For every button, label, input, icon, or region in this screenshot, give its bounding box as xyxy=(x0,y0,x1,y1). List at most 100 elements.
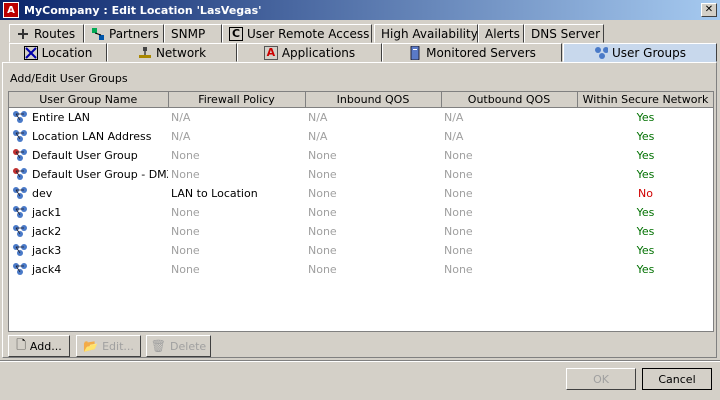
group-name: jack2 xyxy=(32,224,62,238)
tab-label: User Remote Access xyxy=(247,26,370,41)
cell-firewall: None xyxy=(171,243,200,257)
cell-name: jack3 xyxy=(9,241,168,260)
tab-network[interactable]: Network xyxy=(107,43,237,62)
user-group-icon xyxy=(12,262,28,276)
tab-partners[interactable]: Partners xyxy=(84,24,164,43)
table-row[interactable]: Default User Group - DMZ None None None Yes xyxy=(9,165,713,184)
cell-secure: Yes xyxy=(636,148,655,162)
separator xyxy=(0,360,720,362)
cell-outbound: N/A xyxy=(444,110,464,124)
cell-secure: Yes xyxy=(636,167,655,181)
tab-label: Partners xyxy=(109,26,159,41)
cell-name: Location LAN Address xyxy=(9,127,168,146)
add-label: Add... xyxy=(29,339,62,353)
table-row[interactable]: jack2 None None None Yes xyxy=(9,222,713,241)
cell-outbound: None xyxy=(444,243,473,257)
user-group-red-icon xyxy=(12,167,28,181)
window-title: MyCompany : Edit Location 'LasVegas' xyxy=(24,3,262,17)
cell-outbound: None xyxy=(444,224,473,238)
column-header-secure[interactable]: Within Secure Network xyxy=(577,92,713,108)
cell-secure: Yes xyxy=(636,262,655,276)
delete-button[interactable]: 🗑 Delete xyxy=(146,335,211,357)
table-row[interactable]: Default User Group None None None Yes xyxy=(9,146,713,165)
cell-name: jack2 xyxy=(9,222,168,241)
user-groups-icon xyxy=(594,46,609,60)
cell-outbound: None xyxy=(444,262,473,276)
cell-inbound: None xyxy=(308,186,337,200)
tab-label: Monitored Servers xyxy=(426,45,536,60)
cell-inbound: None xyxy=(308,205,337,219)
user-group-icon xyxy=(12,110,28,124)
cell-firewall: N/A xyxy=(171,110,191,124)
table-row[interactable]: jack3 None None None Yes xyxy=(9,241,713,260)
add-button[interactable]: 🗋 Add... xyxy=(8,335,70,357)
cell-secure: Yes xyxy=(636,243,655,257)
table-row[interactable]: jack4 None None None Yes xyxy=(9,260,713,279)
section-label: Add/Edit User Groups xyxy=(10,72,128,85)
location-icon xyxy=(23,45,38,60)
column-header-firewall[interactable]: Firewall Policy xyxy=(168,92,306,108)
column-header-inbound[interactable]: Inbound QOS xyxy=(305,92,442,108)
cell-firewall: None xyxy=(171,262,200,276)
cell-firewall: None xyxy=(171,205,200,219)
tab-location[interactable]: Location xyxy=(9,43,107,62)
tab-user-groups[interactable]: User Groups xyxy=(563,43,717,62)
tab-routes[interactable]: Routes xyxy=(9,24,84,43)
tab-monitored-servers[interactable]: Monitored Servers xyxy=(382,43,562,62)
user-group-icon xyxy=(12,205,28,219)
cell-name: jack1 xyxy=(9,203,168,222)
user-group-icon xyxy=(12,129,28,143)
tab-label: Alerts xyxy=(485,26,520,41)
tab-label: DNS Server xyxy=(531,26,600,41)
cell-firewall: None xyxy=(171,224,200,238)
partners-icon xyxy=(91,27,105,41)
table-row[interactable]: Entire LAN N/A N/A N/A Yes xyxy=(9,107,713,127)
cell-inbound: None xyxy=(308,224,337,238)
cell-outbound: None xyxy=(444,148,473,162)
cell-secure: Yes xyxy=(636,205,655,219)
cell-outbound: N/A xyxy=(444,129,464,143)
cell-inbound: None xyxy=(308,167,337,181)
tab-alerts[interactable]: Alerts xyxy=(478,24,524,43)
tab-applications[interactable]: A Applications xyxy=(237,43,382,62)
cell-outbound: None xyxy=(444,167,473,181)
tab-dns-server[interactable]: DNS Server xyxy=(524,24,604,43)
column-header-name[interactable]: User Group Name xyxy=(9,92,169,108)
app-icon: A xyxy=(3,2,19,18)
delete-label: Delete xyxy=(170,339,207,353)
edit-label: Edit... xyxy=(102,339,134,353)
cell-secure: Yes xyxy=(636,224,655,238)
group-name: jack4 xyxy=(32,262,62,276)
close-button[interactable]: ✕ xyxy=(701,3,717,17)
table-row[interactable]: Location LAN Address N/A N/A N/A Yes xyxy=(9,127,713,146)
trash-icon: 🗑 xyxy=(150,339,167,353)
cell-secure: Yes xyxy=(636,110,655,124)
group-name: Location LAN Address xyxy=(32,129,152,143)
server-icon xyxy=(408,45,422,60)
cell-secure: Yes xyxy=(636,129,655,143)
cell-outbound: None xyxy=(444,205,473,219)
cell-firewall: LAN to Location xyxy=(171,186,258,200)
table-row[interactable]: dev LAN to Location None None No xyxy=(9,184,713,203)
cancel-label: Cancel xyxy=(658,372,696,386)
cell-name: jack4 xyxy=(9,260,168,279)
tab-user-remote-access[interactable]: C User Remote Access xyxy=(222,24,372,43)
cell-inbound: None xyxy=(308,243,337,257)
tab-label: SNMP xyxy=(171,26,206,41)
cell-inbound: None xyxy=(308,148,337,162)
table-row[interactable]: jack1 None None None Yes xyxy=(9,203,713,222)
cancel-button[interactable]: Cancel xyxy=(642,368,712,390)
applications-icon: A xyxy=(263,45,278,60)
cell-firewall: None xyxy=(171,148,200,162)
cell-outbound: None xyxy=(444,186,473,200)
c-icon: C xyxy=(229,26,243,41)
tab-high-availability[interactable]: High Availability xyxy=(374,24,478,43)
cell-firewall: None xyxy=(171,167,200,181)
ok-button[interactable]: OK xyxy=(566,368,636,390)
group-name: Default User Group - DMZ xyxy=(32,167,168,181)
network-icon xyxy=(138,46,152,60)
column-header-outbound[interactable]: Outbound QOS xyxy=(441,92,578,108)
user-groups-table[interactable]: User Group Name Firewall Policy Inbound … xyxy=(8,91,714,332)
edit-button[interactable]: 📂 Edit... xyxy=(76,335,141,357)
tab-snmp[interactable]: SNMP xyxy=(164,24,222,43)
